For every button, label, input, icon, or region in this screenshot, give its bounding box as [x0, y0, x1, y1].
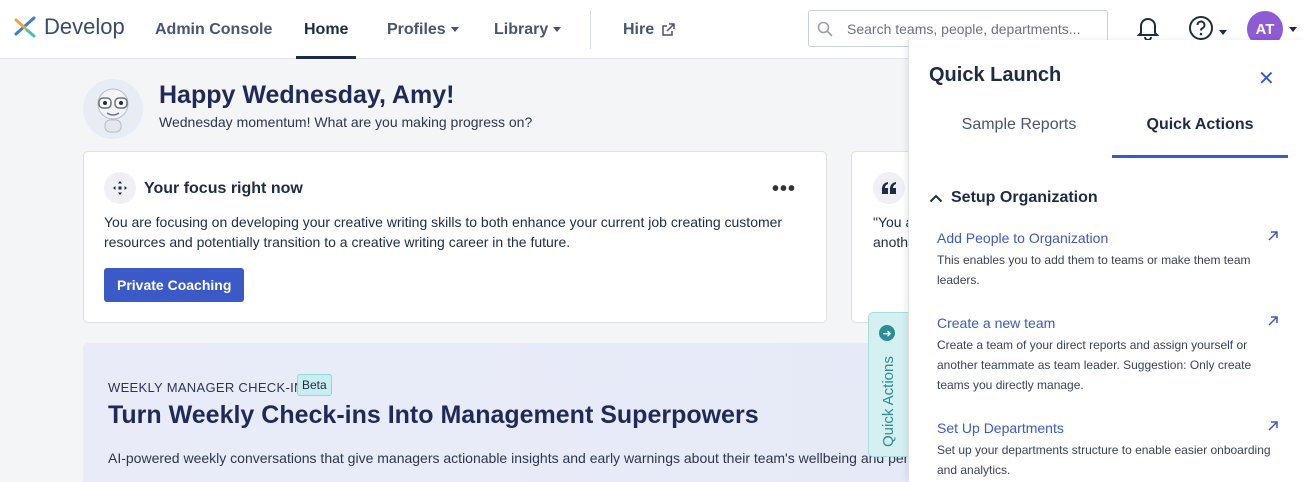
arrow-up-right-icon[interactable] [1267, 315, 1279, 327]
tab-sample-reports[interactable]: Sample Reports [931, 106, 1107, 158]
nav-profiles-label: Profiles [387, 20, 446, 38]
nav-hire[interactable]: Hire [623, 0, 675, 59]
move-arrows-icon [113, 181, 127, 195]
focus-description: You are focusing on developing your crea… [104, 214, 783, 250]
help-menu-button[interactable] [1188, 15, 1227, 41]
action-item: Set Up Departments Set up your departmen… [937, 420, 1282, 480]
robot-coach-icon [97, 88, 129, 133]
arrow-right-circle-icon: ➜ [879, 325, 895, 341]
weekly-checkin-banner: WEEKLY MANAGER CHECK-IN Beta Turn Weekly… [83, 343, 983, 482]
coach-avatar [83, 79, 143, 139]
checkin-title: Turn Weekly Check-ins Into Management Su… [108, 401, 759, 429]
caret-down-icon [450, 27, 459, 32]
arrow-up-right-icon[interactable] [1267, 230, 1279, 242]
quote-icon-wrap [873, 172, 905, 204]
action-description: This enables you to add them to teams or… [937, 253, 1251, 287]
nav-admin-console[interactable]: Admin Console [155, 0, 272, 59]
quote-text: "You a anoth [873, 212, 913, 252]
focus-icon-wrap [104, 172, 136, 204]
action-item: Create a new team Create a team of your … [937, 315, 1282, 395]
action-description: Create a team of your direct reports and… [937, 338, 1252, 392]
focus-card: Your focus right now ••• You are focusin… [83, 151, 827, 323]
caret-down-icon [1289, 26, 1297, 32]
greeting-title: Happy Wednesday, Amy! [159, 81, 455, 109]
quote-icon [882, 182, 896, 194]
checkin-eyebrow: WEEKLY MANAGER CHECK-IN [108, 380, 304, 395]
brand-name: Develop [44, 14, 125, 39]
focus-title: Your focus right now [144, 180, 303, 197]
notifications-button[interactable] [1137, 15, 1159, 41]
nav-hire-label: Hire [623, 20, 655, 38]
beta-badge: Beta [297, 374, 332, 396]
nav-admin-console-label: Admin Console [155, 20, 273, 38]
section-title: Setup Organization [951, 189, 1098, 206]
quick-actions-side-tab[interactable]: ➜ Quick Actions [868, 312, 908, 457]
caret-down-icon [553, 27, 562, 32]
caret-down-icon [1219, 29, 1227, 35]
more-options-icon[interactable]: ••• [772, 178, 796, 201]
tab-quick-actions[interactable]: Quick Actions [1112, 106, 1288, 158]
create-team-link[interactable]: Create a new team [937, 315, 1282, 331]
action-description: Set up your departments structure to ena… [937, 443, 1271, 477]
private-coaching-button[interactable]: Private Coaching [104, 268, 245, 302]
set-up-departments-link[interactable]: Set Up Departments [937, 420, 1282, 436]
nav-home[interactable]: Home [296, 0, 357, 59]
help-icon [1189, 16, 1213, 40]
arrow-up-right-icon[interactable] [1267, 420, 1279, 432]
greeting-subtitle: Wednesday momentum! What are you making … [159, 114, 533, 130]
close-icon[interactable]: ✕ [1258, 66, 1275, 91]
panel-title: Quick Launch [929, 64, 1062, 86]
action-item: Add People to Organization This enables … [937, 230, 1282, 290]
quick-actions-tab-label: Quick Actions [880, 356, 897, 447]
quote-text-line-2: anoth [873, 234, 909, 250]
external-link-icon [662, 22, 675, 36]
nav-library-label: Library [494, 20, 549, 38]
section-toggle-setup-organization[interactable]: Setup Organization [929, 189, 1098, 207]
search-icon [817, 21, 833, 37]
bell-icon [1137, 18, 1159, 41]
nav-home-label: Home [304, 20, 349, 38]
chevron-up-icon [929, 194, 943, 203]
search-input[interactable] [847, 20, 1097, 37]
checkin-description: AI-powered weekly conversations that giv… [108, 450, 908, 466]
nav-library[interactable]: Library [494, 0, 562, 59]
quick-launch-panel: Quick Launch ✕ Sample Reports Quick Acti… [908, 40, 1304, 482]
brand-logo[interactable]: Develop [12, 14, 125, 40]
develop-logo-icon [14, 16, 36, 38]
quote-text-line-1: "You a [873, 214, 913, 230]
nav-divider [590, 10, 591, 49]
nav-profiles[interactable]: Profiles [387, 0, 459, 59]
add-people-link[interactable]: Add People to Organization [937, 230, 1282, 246]
